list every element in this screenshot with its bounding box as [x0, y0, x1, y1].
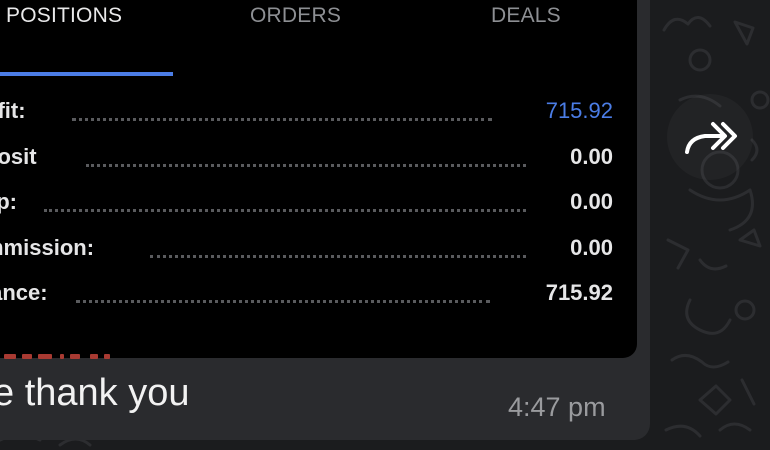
summary-row-deposit: posit 0.00 [0, 136, 637, 182]
double-forward-arrow-icon [685, 122, 737, 154]
leader-dots [72, 114, 492, 121]
summary-value: 0.00 [570, 143, 613, 169]
message-text: ye thank you [0, 372, 190, 414]
summary-value: 715.92 [545, 98, 613, 123]
leader-dots [86, 160, 526, 167]
summary-row-profit: ofit: 715.92 [0, 90, 637, 136]
cut-off-text-fragment [4, 354, 110, 359]
leader-dots [76, 296, 490, 303]
summary-label: ofit: [0, 98, 26, 123]
tab-positions: POSITIONS [6, 4, 123, 27]
summary-label: mmission: [0, 234, 95, 260]
summary-row-balance: lance: 715.92 [0, 272, 637, 318]
account-summary: ofit: 715.92 posit 0.00 ap: 0.00 mmissio… [0, 90, 637, 318]
tab-deals: DEALS [491, 4, 561, 27]
summary-value: 715.92 [545, 280, 613, 305]
forward-button[interactable] [667, 94, 753, 180]
attached-screenshot[interactable]: POSITIONS ORDERS DEALS ofit: 715.92 posi… [0, 0, 637, 358]
message-timestamp: 4:47 pm [508, 392, 606, 422]
tab-orders: ORDERS [250, 4, 342, 27]
active-tab-indicator [0, 72, 173, 76]
summary-value: 0.00 [570, 189, 613, 214]
leader-dots [44, 205, 526, 212]
summary-row-swap: ap: 0.00 [0, 181, 637, 227]
leader-dots [150, 251, 526, 258]
summary-label: lance: [0, 280, 48, 305]
summary-label: posit [0, 143, 37, 169]
summary-row-commission: mmission: 0.00 [0, 227, 637, 273]
summary-value: 0.00 [570, 234, 613, 260]
chat-screen: POSITIONS ORDERS DEALS ofit: 715.92 posi… [0, 0, 770, 450]
trade-tabs: POSITIONS ORDERS DEALS [0, 0, 637, 76]
summary-label: ap: [0, 189, 17, 214]
